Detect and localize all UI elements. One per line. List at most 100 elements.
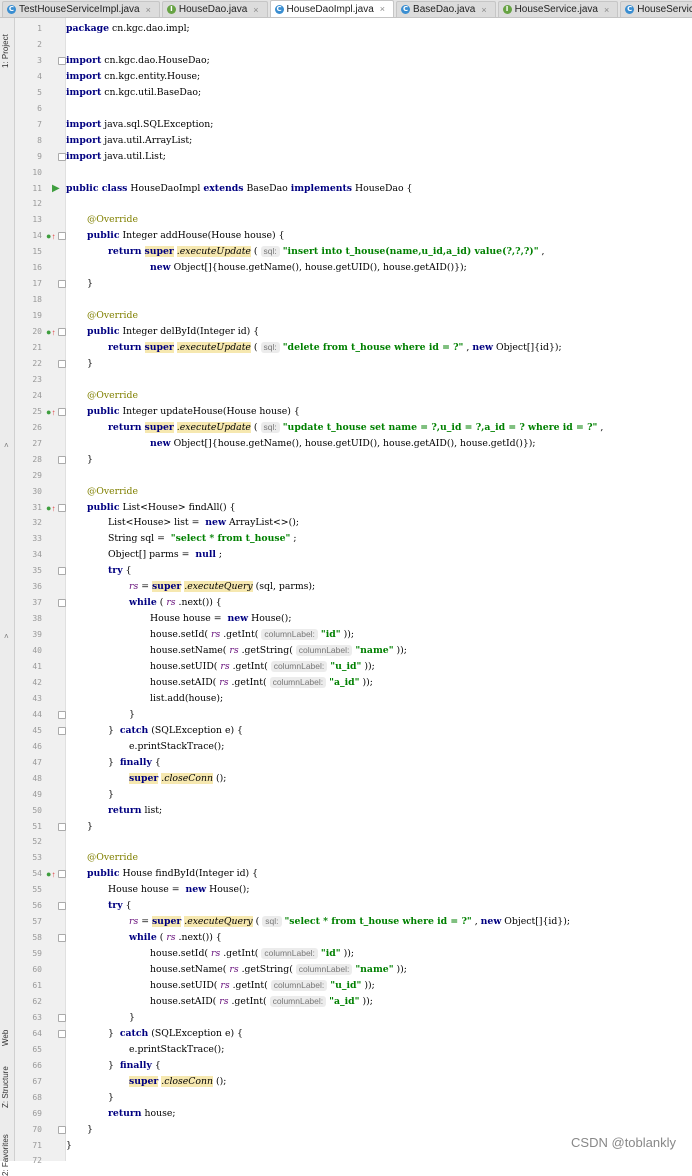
close-icon[interactable]: × xyxy=(253,5,258,15)
code-line[interactable]: house.setName( rs .getString( columnLabe… xyxy=(150,962,407,978)
code-line[interactable]: while ( rs .next()) { xyxy=(129,595,222,611)
code-line[interactable]: list.add(house); xyxy=(150,691,223,707)
code-line[interactable]: return super .executeUpdate ( sql: "upda… xyxy=(108,420,603,436)
close-icon[interactable]: × xyxy=(146,5,151,15)
fold-icon[interactable] xyxy=(58,710,66,719)
code-line[interactable]: rs = super .executeQuery (sql, parms); xyxy=(129,579,315,595)
close-icon[interactable]: × xyxy=(604,5,609,15)
fold-icon[interactable] xyxy=(58,599,66,608)
implements-method-icon[interactable]: ●↑ xyxy=(46,324,55,341)
code-line[interactable]: super .closeConn (); xyxy=(129,1074,226,1090)
code-line[interactable]: public class HouseDaoImpl extends BaseDa… xyxy=(66,181,412,197)
code-line[interactable]: } xyxy=(66,1138,72,1154)
code-line[interactable]: Object[] parms = null ; xyxy=(108,547,222,563)
fold-icon[interactable] xyxy=(58,822,66,831)
web-panel-toggle[interactable]: Web xyxy=(1,1030,10,1046)
code-line[interactable]: @Override xyxy=(87,308,138,324)
code-line[interactable]: @Override xyxy=(87,388,138,404)
code-line[interactable]: House house = new House(); xyxy=(150,611,291,627)
code-line[interactable]: @Override xyxy=(87,484,138,500)
implements-method-icon[interactable]: ●↑ xyxy=(46,500,55,517)
code-line[interactable]: } finally { xyxy=(108,755,161,771)
tab-houseserviceimpl[interactable]: CHouseServiceImpl.java× xyxy=(620,1,692,17)
fold-icon[interactable] xyxy=(58,152,66,161)
code-line[interactable]: house.setUID( rs .getInt( columnLabel: "… xyxy=(150,659,375,675)
code-line[interactable]: house.setAID( rs .getInt( columnLabel: "… xyxy=(150,994,373,1010)
editor-gutter[interactable]: 1 2 3 4 5 6 7 8 9 10 11 ▶ 12 13 14 ●↑ 15 16 17 18 19 20 ●↑ 21 22… xyxy=(15,18,66,1165)
tab-houseservice[interactable]: I HouseService.java × xyxy=(497,1,619,17)
code-line[interactable]: List<House> list = new ArrayList<>(); xyxy=(108,515,299,531)
code-line[interactable]: } catch (SQLException e) { xyxy=(108,723,243,739)
code-line[interactable]: e.printStackTrace(); xyxy=(129,739,224,755)
code-line[interactable]: while ( rs .next()) { xyxy=(129,930,222,946)
code-line[interactable]: import java.sql.SQLException; xyxy=(66,117,213,133)
code-line[interactable]: return house; xyxy=(108,1106,175,1122)
code-line[interactable]: } catch (SQLException e) { xyxy=(108,1026,243,1042)
code-line[interactable]: new Object[]{house.getName(), house.getU… xyxy=(150,260,467,276)
code-line[interactable]: } xyxy=(108,1090,114,1106)
code-line[interactable]: e.printStackTrace(); xyxy=(129,1042,224,1058)
tab-housedao[interactable]: I HouseDao.java × xyxy=(161,1,268,17)
code-line[interactable]: package cn.kgc.dao.impl; xyxy=(66,21,190,37)
code-line[interactable]: super .closeConn (); xyxy=(129,771,226,787)
code-line[interactable]: import cn.kgc.util.BaseDao; xyxy=(66,85,201,101)
tab-housedaoimpl[interactable]: C HouseDaoImpl.java × xyxy=(269,0,395,17)
code-line[interactable]: import cn.kgc.dao.HouseDao; xyxy=(66,53,210,69)
code-line[interactable]: public Integer delById(Integer id) { xyxy=(87,324,259,340)
fold-icon[interactable] xyxy=(58,359,66,368)
code-line[interactable]: house.setId( rs .getInt( columnLabel: "i… xyxy=(150,946,354,962)
code-line[interactable]: house.setName( rs .getString( columnLabe… xyxy=(150,643,407,659)
fold-icon[interactable] xyxy=(58,726,66,735)
structure-panel-toggle[interactable]: Z: Structure xyxy=(1,1066,10,1108)
code-line[interactable]: } xyxy=(87,276,93,292)
code-line[interactable]: house.setAID( rs .getInt( columnLabel: "… xyxy=(150,675,373,691)
code-line[interactable]: rs = super .executeQuery ( sql: "select … xyxy=(129,914,570,930)
project-panel-toggle[interactable]: 1: Project xyxy=(1,34,10,68)
code-line[interactable]: public Integer updateHouse(House house) … xyxy=(87,404,300,420)
code-line[interactable]: } xyxy=(129,707,135,723)
fold-icon[interactable] xyxy=(58,232,66,241)
implements-method-icon[interactable]: ●↑ xyxy=(46,866,55,883)
fold-icon[interactable] xyxy=(58,567,66,576)
fold-icon[interactable] xyxy=(58,328,66,337)
fold-icon[interactable] xyxy=(58,503,66,512)
tab-testhouseserviceimpl[interactable]: C TestHouseServiceImpl.java × xyxy=(2,1,160,17)
fold-icon[interactable] xyxy=(58,1013,66,1022)
code-line[interactable]: import java.util.List; xyxy=(66,149,166,165)
code-line[interactable]: } finally { xyxy=(108,1058,161,1074)
code-line[interactable]: } xyxy=(108,787,114,803)
favorites-panel-toggle[interactable]: 2: Favorites xyxy=(1,1134,10,1176)
code-line[interactable]: } xyxy=(87,356,93,372)
fold-icon[interactable] xyxy=(58,56,66,65)
code-line[interactable]: } xyxy=(87,452,93,468)
close-icon[interactable]: × xyxy=(380,4,385,14)
code-line[interactable]: return super .executeUpdate ( sql: "dele… xyxy=(108,340,562,356)
code-line[interactable]: new Object[]{house.getName(), house.getU… xyxy=(150,436,536,452)
code-line[interactable]: } xyxy=(87,1122,93,1138)
code-line[interactable]: String sql = "select * from t_house" ; xyxy=(108,531,296,547)
code-line[interactable]: public List<House> findAll() { xyxy=(87,500,236,516)
fold-icon[interactable] xyxy=(58,1125,66,1134)
fold-icon[interactable] xyxy=(58,280,66,289)
code-line[interactable]: } xyxy=(87,819,93,835)
code-line[interactable]: import java.util.ArrayList; xyxy=(66,133,192,149)
code-line[interactable]: public House findById(Integer id) { xyxy=(87,866,258,882)
code-line[interactable]: } xyxy=(129,1010,135,1026)
code-line[interactable]: House house = new House(); xyxy=(108,882,249,898)
code-line[interactable]: @Override xyxy=(87,850,138,866)
implements-method-icon[interactable]: ●↑ xyxy=(46,404,55,421)
fold-icon[interactable] xyxy=(58,902,66,911)
code-line[interactable]: return super .executeUpdate ( sql: "inse… xyxy=(108,244,544,260)
fold-icon[interactable] xyxy=(58,934,66,943)
code-line[interactable]: try { xyxy=(108,898,132,914)
fold-icon[interactable] xyxy=(58,1029,66,1038)
fold-icon[interactable] xyxy=(58,407,66,416)
run-icon[interactable]: ▶ xyxy=(52,181,60,197)
implements-method-icon[interactable]: ●↑ xyxy=(46,228,55,245)
code-line[interactable]: import cn.kgc.entity.House; xyxy=(66,69,200,85)
fold-icon[interactable] xyxy=(58,870,66,879)
fold-icon[interactable] xyxy=(58,455,66,464)
code-editor[interactable]: package cn.kgc.dao.impl; import cn.kgc.da… xyxy=(66,18,692,1161)
tab-basedao[interactable]: C BaseDao.java × xyxy=(396,1,496,17)
close-icon[interactable]: × xyxy=(481,5,486,15)
